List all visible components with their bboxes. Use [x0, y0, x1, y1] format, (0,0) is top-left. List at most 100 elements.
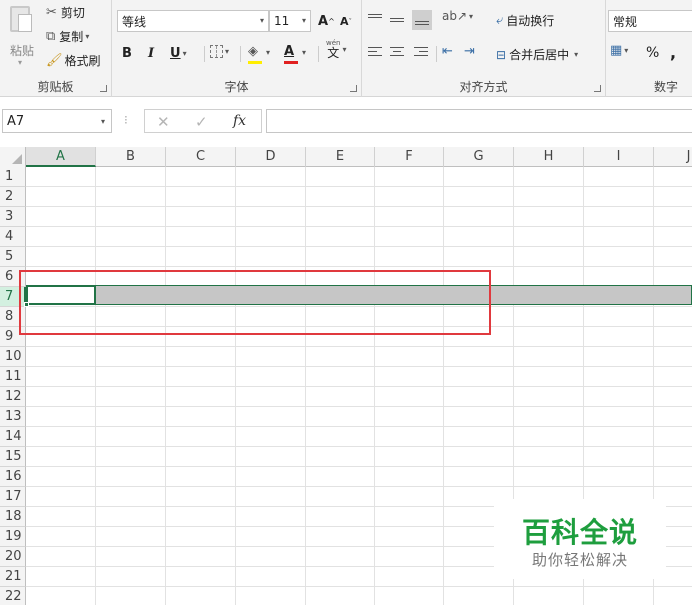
row-header-2[interactable]: 2 [0, 187, 26, 207]
row-header-21[interactable]: 21 [0, 567, 26, 587]
row-header-15[interactable]: 15 [0, 447, 26, 467]
row-header-12[interactable]: 12 [0, 387, 26, 407]
copy-button[interactable]: ⧉ 复制 ▾ [46, 28, 89, 45]
decrease-indent-icon: ⇤ [442, 44, 453, 59]
fill-bucket-icon: ◈ [248, 44, 264, 64]
number-format-select[interactable]: 常规 [608, 10, 692, 32]
alignment-launcher-icon[interactable] [594, 85, 601, 92]
copy-dropdown-icon[interactable]: ▾ [85, 32, 89, 41]
name-box-value: A7 [7, 113, 25, 129]
paste-button[interactable]: 粘贴 ▾ [4, 4, 40, 67]
align-center-icon [390, 46, 404, 58]
formula-input[interactable] [266, 109, 692, 133]
comma-style-button[interactable]: , [670, 43, 676, 62]
column-header-j[interactable]: J [654, 147, 692, 167]
column-header-d[interactable]: D [236, 147, 306, 167]
row-header-1[interactable]: 1 [0, 167, 26, 187]
column-header-i[interactable]: I [584, 147, 654, 167]
cut-button[interactable]: ✂ 剪切 [46, 4, 85, 21]
column-header-b[interactable]: B [96, 147, 166, 167]
paintbrush-icon: 🖌 [46, 53, 63, 68]
insert-function-icon[interactable]: fx [233, 113, 246, 129]
chevron-down-icon[interactable]: ▾ [101, 117, 105, 126]
number-group: 常规 ▦ ▾ % , 数字 [606, 0, 692, 97]
alignment-group: ab↗ ▾ ⤶ 自动换行 ⇤ ⇥ ⊟ 合并后居中 ▾ 对齐方式 [362, 0, 606, 97]
percent-style-button[interactable]: % [646, 45, 659, 61]
font-size-select[interactable]: 11 ▾ [269, 10, 311, 32]
increase-indent-button[interactable]: ⇥ [464, 45, 475, 58]
row-header-11[interactable]: 11 [0, 367, 26, 387]
grow-font-button[interactable]: A ^ [318, 14, 335, 29]
clipboard-launcher-icon[interactable] [100, 85, 107, 92]
watermark: 百科全说 助你轻松解决 [494, 499, 666, 579]
column-header-e[interactable]: E [306, 147, 375, 167]
enter-icon[interactable]: ✓ [195, 113, 208, 131]
underline-dropdown-icon[interactable]: ▾ [183, 49, 187, 58]
column-header-h[interactable]: H [514, 147, 584, 167]
font-size-value: 11 [274, 14, 290, 28]
underline-button[interactable]: U ▾ [170, 46, 187, 61]
row-header-22[interactable]: 22 [0, 587, 26, 605]
row-header-3[interactable]: 3 [0, 207, 26, 227]
font-name-select[interactable]: 等线 ▾ [117, 10, 269, 32]
row-header-16[interactable]: 16 [0, 467, 26, 487]
italic-button[interactable]: I [148, 46, 154, 61]
cancel-icon[interactable]: ✕ [157, 113, 170, 131]
shrink-font-icon: A [340, 15, 349, 28]
merge-center-label: 合并后居中 [509, 48, 570, 62]
underline-icon: U [170, 46, 181, 61]
align-left-button[interactable] [368, 46, 382, 58]
border-icon [210, 45, 223, 58]
select-all-button[interactable] [0, 147, 26, 167]
align-center-button[interactable] [390, 46, 404, 58]
accounting-format-button[interactable]: ▦ ▾ [610, 44, 628, 57]
select-all-icon [12, 154, 22, 164]
fill-color-button[interactable]: ◈ ▾ [248, 44, 270, 64]
row-header-10[interactable]: 10 [0, 347, 26, 367]
alignment-group-label: 对齐方式 [459, 80, 508, 94]
orientation-dropdown-icon[interactable]: ▾ [469, 12, 473, 21]
column-header-f[interactable]: F [375, 147, 444, 167]
align-top-button[interactable] [368, 10, 386, 28]
text-orientation-icon: ab↗ [442, 9, 468, 23]
align-bottom-button[interactable] [412, 10, 432, 30]
column-header-c[interactable]: C [166, 147, 236, 167]
fill-color-dropdown-icon[interactable]: ▾ [266, 48, 270, 57]
name-box[interactable]: A7 ▾ [2, 109, 112, 133]
row-header-13[interactable]: 13 [0, 407, 26, 427]
align-middle-button[interactable] [390, 10, 408, 28]
font-color-button[interactable]: A ▾ [284, 44, 306, 64]
row-header-20[interactable]: 20 [0, 547, 26, 567]
row-header-19[interactable]: 19 [0, 527, 26, 547]
watermark-title: 百科全说 [521, 516, 638, 549]
row-header-4[interactable]: 4 [0, 227, 26, 247]
decrease-indent-button[interactable]: ⇤ [442, 45, 453, 58]
bold-button[interactable]: B [122, 46, 132, 61]
increase-indent-icon: ⇥ [464, 44, 475, 59]
row-header-17[interactable]: 17 [0, 487, 26, 507]
orientation-button[interactable]: ab↗ ▾ [442, 10, 473, 22]
accounting-dropdown-icon[interactable]: ▾ [624, 46, 628, 55]
shrink-font-button[interactable]: Aˇ [340, 15, 352, 28]
row-header-14[interactable]: 14 [0, 427, 26, 447]
font-color-dropdown-icon[interactable]: ▾ [302, 48, 306, 57]
row-header-18[interactable]: 18 [0, 507, 26, 527]
formula-bar-grip-icon[interactable]: ⁝ [124, 113, 128, 127]
borders-dropdown-icon[interactable]: ▾ [225, 47, 229, 56]
row-header-5[interactable]: 5 [0, 247, 26, 267]
merge-center-button[interactable]: ⊟ 合并后居中 ▾ [496, 46, 578, 63]
borders-button[interactable]: ▾ [210, 45, 229, 58]
merge-center-dropdown-icon[interactable]: ▾ [574, 50, 578, 59]
phonetic-button[interactable]: wén 文 ▾ [326, 40, 346, 60]
align-right-button[interactable] [414, 46, 428, 58]
column-header-a[interactable]: A [26, 147, 96, 167]
format-painter-button[interactable]: 🖌 格式刷 [46, 52, 101, 69]
wrap-text-button[interactable]: ⤶ 自动换行 [496, 12, 554, 29]
phonetic-dropdown-icon[interactable]: ▾ [342, 45, 346, 54]
column-header-g[interactable]: G [444, 147, 514, 167]
annotation-highlight-box [19, 270, 491, 335]
font-group: 等线 ▾ 11 ▾ A ^ Aˇ B I U ▾ ▾ ◈ ▾ A ▾ wén 文… [112, 0, 362, 97]
paste-dropdown-icon[interactable]: ▾ [18, 58, 22, 67]
copy-icon: ⧉ [46, 29, 56, 44]
font-launcher-icon[interactable] [350, 85, 357, 92]
